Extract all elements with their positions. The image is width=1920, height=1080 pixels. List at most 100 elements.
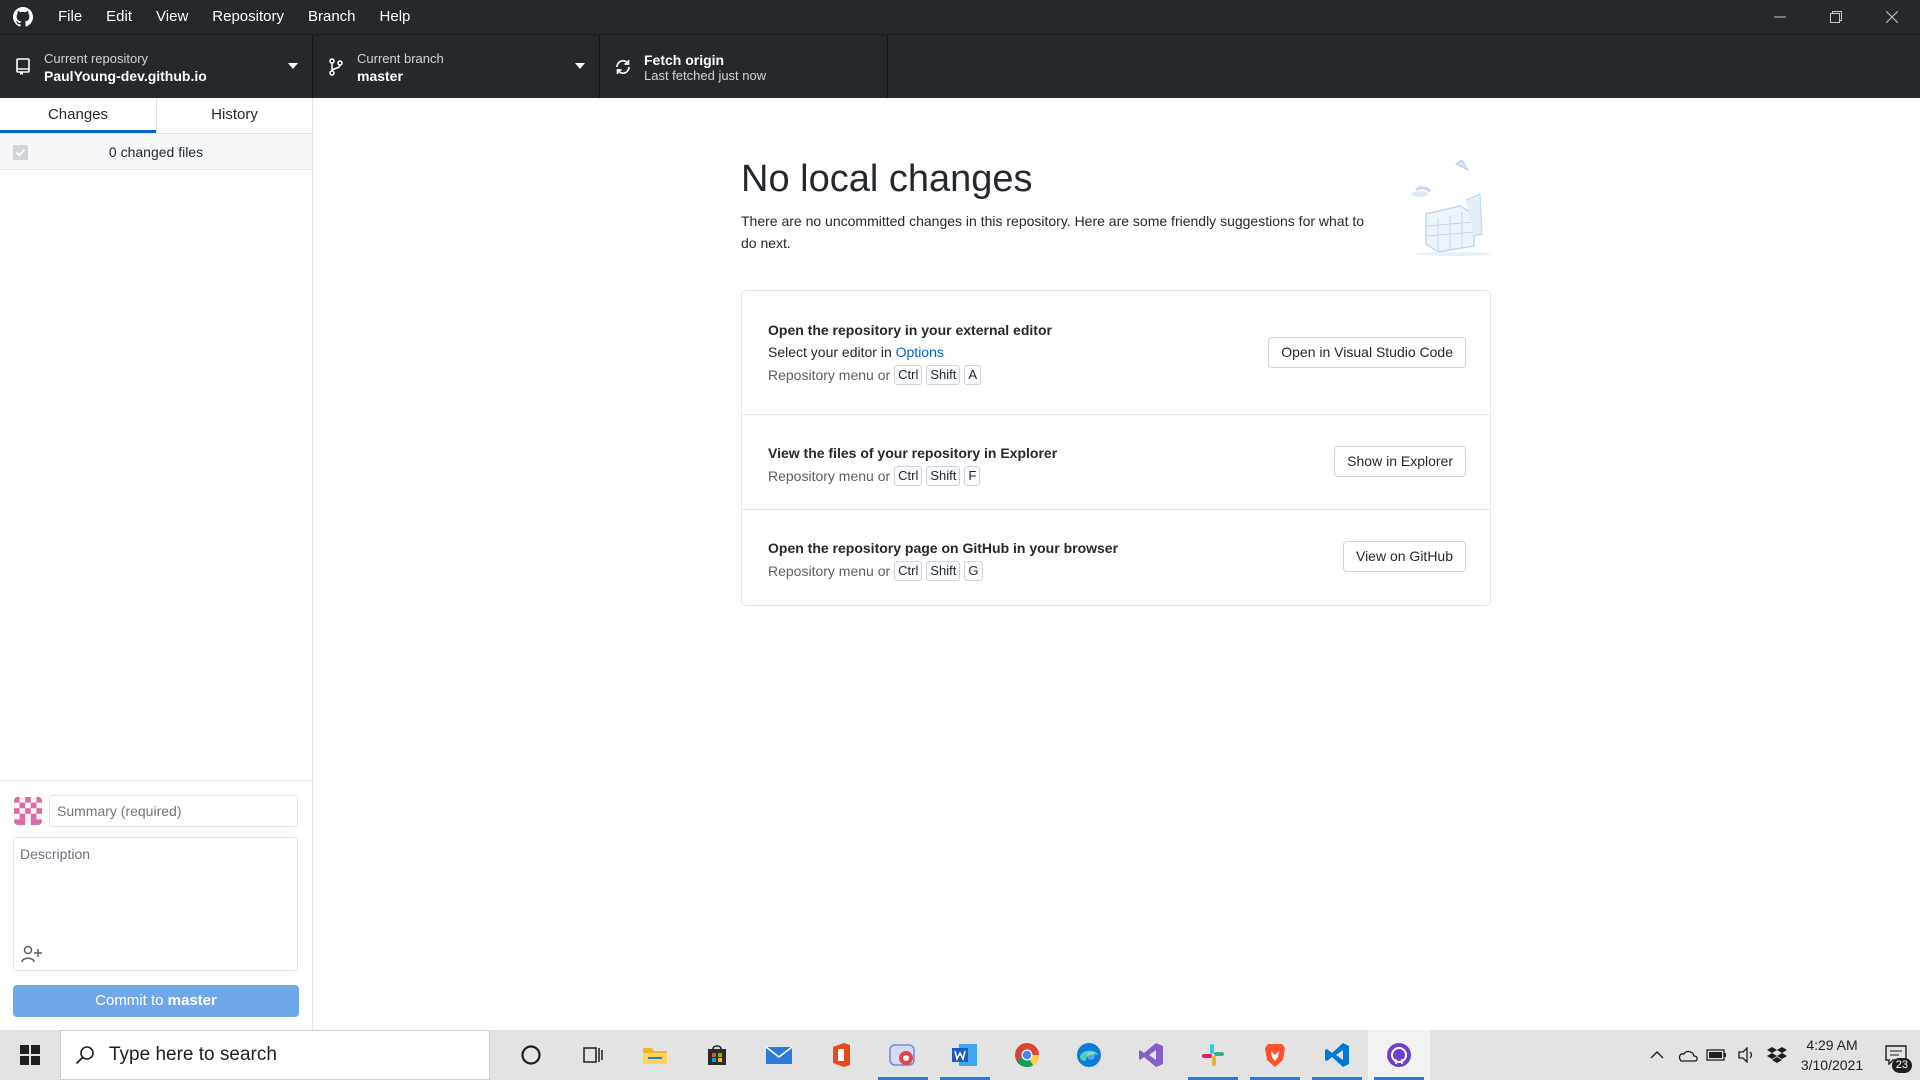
dropbox-icon[interactable] xyxy=(1762,1030,1792,1080)
close-button[interactable] xyxy=(1864,0,1920,34)
suggestion-view-github: Open the repository page on GitHub in yo… xyxy=(742,510,1490,605)
page-subtitle: There are no uncommitted changes in this… xyxy=(741,213,1365,251)
fetch-origin-button[interactable]: Fetch origin Last fetched just now xyxy=(600,35,888,99)
description-field[interactable]: Description xyxy=(13,837,298,971)
search-icon xyxy=(61,1045,109,1065)
branch-caption: Current branch xyxy=(357,50,444,66)
start-button[interactable] xyxy=(0,1030,60,1080)
chevron-up-icon[interactable] xyxy=(1642,1030,1672,1080)
fetch-status: Last fetched just now xyxy=(644,67,767,83)
suggestion-description-text: Select your editor in xyxy=(768,344,892,360)
commit-branch: master xyxy=(167,992,217,1009)
shortcut-prefix: Repository menu or xyxy=(768,563,891,579)
brave-icon[interactable] xyxy=(1244,1030,1306,1080)
key-ctrl: Ctrl xyxy=(894,365,923,385)
restore-icon xyxy=(1830,11,1842,23)
tab-changes[interactable]: Changes xyxy=(0,98,156,133)
visual-studio-icon[interactable] xyxy=(1120,1030,1182,1080)
key-g: G xyxy=(964,561,983,581)
action-center-button[interactable]: 23 xyxy=(1872,1030,1920,1080)
repository-name: PaulYoung-dev.github.io xyxy=(44,67,207,84)
word-icon[interactable] xyxy=(934,1030,996,1080)
slack-icon[interactable] xyxy=(1182,1030,1244,1080)
commit-label: Commit to xyxy=(95,992,164,1009)
notification-count-badge: 23 xyxy=(1891,1058,1912,1073)
menu-repository[interactable]: Repository xyxy=(200,0,296,34)
checkmark-icon xyxy=(15,148,26,157)
task-view-icon[interactable] xyxy=(562,1030,624,1080)
vscode-icon[interactable] xyxy=(1306,1030,1368,1080)
shortcut-prefix: Repository menu or xyxy=(768,367,891,383)
chrome-icon[interactable] xyxy=(996,1030,1058,1080)
empty-state-illustration-icon xyxy=(1408,156,1498,256)
shortcut-prefix: Repository menu or xyxy=(768,468,891,484)
key-a: A xyxy=(964,365,982,385)
menu-file[interactable]: File xyxy=(46,0,94,34)
open-in-vscode-button[interactable]: Open in Visual Studio Code xyxy=(1268,337,1466,368)
current-branch-dropdown[interactable]: Current branch master xyxy=(313,35,600,99)
menu-edit[interactable]: Edit xyxy=(94,0,144,34)
sync-icon xyxy=(612,58,634,76)
restore-button[interactable] xyxy=(1808,0,1864,34)
minimize-button[interactable] xyxy=(1752,0,1808,34)
changed-files-header: 0 changed files xyxy=(0,134,312,170)
menu-help[interactable]: Help xyxy=(368,0,423,34)
menu-branch[interactable]: Branch xyxy=(296,0,368,34)
menu-view[interactable]: View xyxy=(144,0,200,34)
toolbar: Current repository PaulYoung-dev.github.… xyxy=(0,34,1920,99)
onedrive-icon[interactable] xyxy=(1672,1030,1702,1080)
windows-logo-icon xyxy=(20,1045,40,1065)
clock-time: 4:29 AM xyxy=(1806,1037,1858,1053)
current-repository-dropdown[interactable]: Current repository PaulYoung-dev.github.… xyxy=(0,35,313,99)
window-controls xyxy=(1752,0,1920,34)
identicon-icon xyxy=(14,797,42,825)
key-shift: Shift xyxy=(926,561,961,581)
system-clock[interactable]: 4:29 AM 3/10/2021 xyxy=(1792,1035,1872,1075)
show-in-explorer-button[interactable]: Show in Explorer xyxy=(1334,446,1466,477)
menu-bar: File Edit View Repository Branch Help xyxy=(46,0,422,34)
changed-files-count: 0 changed files xyxy=(108,143,204,160)
store-icon[interactable] xyxy=(686,1030,748,1080)
key-ctrl: Ctrl xyxy=(894,561,923,581)
minimize-icon xyxy=(1774,16,1786,18)
repository-icon xyxy=(12,58,34,76)
cortana-icon[interactable] xyxy=(500,1030,562,1080)
edge-icon[interactable] xyxy=(1058,1030,1120,1080)
select-all-checkbox[interactable] xyxy=(13,145,28,160)
branch-name: master xyxy=(357,67,403,84)
repository-caption: Current repository xyxy=(44,50,149,66)
fetch-title: Fetch origin xyxy=(644,51,725,68)
main-content: No local changes There are no uncommitte… xyxy=(313,98,1920,1030)
view-on-github-button[interactable]: View on GitHub xyxy=(1342,541,1466,572)
sidebar: Changes History 0 changed files Descript… xyxy=(0,98,313,1030)
tab-history[interactable]: History xyxy=(156,98,312,133)
add-coauthor-button[interactable] xyxy=(20,944,44,964)
volume-icon[interactable] xyxy=(1732,1030,1762,1080)
github-logo-icon xyxy=(0,0,46,34)
taskbar: Type here to search 4:29 AM 3/10/2021 23 xyxy=(0,1030,1920,1080)
commit-panel: Description Commit to master xyxy=(0,780,312,1030)
summary-input[interactable] xyxy=(49,795,298,827)
battery-icon[interactable] xyxy=(1702,1030,1732,1080)
options-link[interactable]: Options xyxy=(896,344,944,360)
taskbar-search[interactable]: Type here to search xyxy=(60,1030,490,1080)
page-title: No local changes xyxy=(741,158,1033,200)
key-shift: Shift xyxy=(926,466,961,486)
avatar xyxy=(14,797,42,825)
mail-icon[interactable] xyxy=(748,1030,810,1080)
taskbar-apps xyxy=(500,1030,1430,1080)
github-desktop-icon[interactable] xyxy=(1368,1030,1430,1080)
add-person-icon xyxy=(21,945,42,963)
discord-icon[interactable] xyxy=(872,1030,934,1080)
suggestions-panel: Open the repository in your external edi… xyxy=(741,290,1491,606)
branch-icon xyxy=(325,58,347,76)
suggestion-show-explorer: View the files of your repository in Exp… xyxy=(742,415,1490,510)
file-explorer-icon[interactable] xyxy=(624,1030,686,1080)
commit-button[interactable]: Commit to master xyxy=(13,985,299,1017)
key-f: F xyxy=(964,466,981,486)
chevron-down-icon xyxy=(288,63,298,69)
title-bar: File Edit View Repository Branch Help xyxy=(0,0,1920,34)
key-ctrl: Ctrl xyxy=(894,466,923,486)
search-placeholder: Type here to search xyxy=(109,1044,277,1065)
office-icon[interactable] xyxy=(810,1030,872,1080)
